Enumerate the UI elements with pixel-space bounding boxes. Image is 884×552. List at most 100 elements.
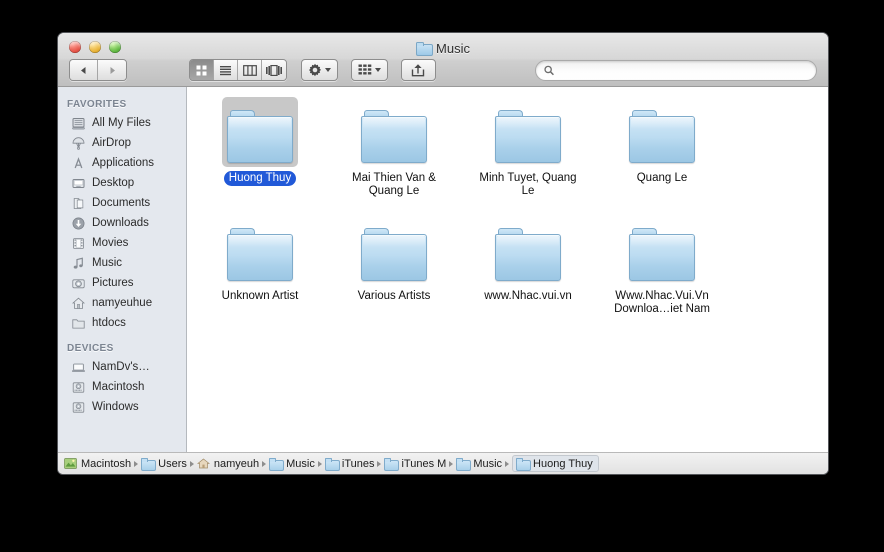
breadcrumb-label: Huong Thuy	[533, 457, 593, 470]
action-menu-button[interactable]	[301, 59, 338, 81]
forward-button[interactable]	[98, 60, 126, 80]
coverflow-view-button[interactable]	[262, 60, 286, 80]
file-item[interactable]: Www.Nhac.Vui.Vn Downloa…iet Nam	[595, 215, 729, 333]
file-item[interactable]: Minh Tuyet, Quang Le	[461, 97, 595, 215]
breadcrumb-label: iTunes	[341, 457, 375, 470]
file-item[interactable]: Various Artists	[327, 215, 461, 333]
list-view-button[interactable]	[214, 60, 238, 80]
chevron-down-icon	[325, 68, 331, 72]
chevron-down-icon	[375, 68, 381, 72]
sidebar-item-applications[interactable]: Applications	[58, 153, 186, 173]
file-label: Minh Tuyet, Quang Le	[479, 172, 577, 197]
icon-container	[356, 215, 432, 285]
sidebar-item-pictures[interactable]: Pictures	[58, 273, 186, 293]
home-folder-icon	[196, 458, 210, 469]
sidebar: FAVORITES All My Files AirDrop Applicati…	[58, 87, 187, 452]
file-item[interactable]: Unknown Artist	[193, 215, 327, 333]
sidebar-item-label: Pictures	[92, 277, 134, 289]
sidebar-item-label: htdocs	[92, 317, 126, 329]
sidebar-item-music[interactable]: Music	[58, 253, 186, 273]
navigation-buttons	[69, 59, 127, 81]
breadcrumb-label: namyeuh	[213, 457, 260, 470]
breadcrumb-separator-icon	[262, 460, 267, 467]
icon-container	[356, 97, 432, 167]
sidebar-item-namyeuhue[interactable]: namyeuhue	[58, 293, 186, 313]
music-folder-icon	[269, 458, 285, 471]
column-view-button[interactable]	[238, 60, 262, 80]
folder-icon	[227, 228, 293, 281]
folder-icon	[71, 316, 86, 331]
share-button[interactable]	[401, 59, 436, 81]
breadcrumb-item[interactable]: Users	[141, 458, 187, 471]
icon-view-button[interactable]	[190, 60, 214, 80]
breadcrumb-label: Music	[286, 457, 315, 470]
search-input[interactable]	[559, 64, 808, 76]
breadcrumb-item[interactable]: namyeuh	[196, 457, 260, 470]
back-button[interactable]	[70, 60, 98, 80]
breadcrumb-separator-icon	[377, 460, 382, 467]
sidebar-section-favorites-header: FAVORITES	[67, 99, 127, 110]
file-label: Quang Le	[636, 172, 688, 184]
arrange-menu-button[interactable]	[351, 59, 388, 81]
sidebar-item-label: Documents	[92, 197, 151, 209]
sidebar-item-label: Macintosh	[92, 381, 145, 393]
desktop-icon	[71, 176, 86, 191]
icon-container	[624, 97, 700, 167]
sidebar-item-htdocs[interactable]: htdocs	[58, 313, 186, 333]
breadcrumb-item[interactable]: iTunes M	[384, 457, 447, 471]
file-item[interactable]: www.Nhac.vui.vn	[461, 215, 595, 333]
grid-icon	[196, 65, 207, 75]
file-browser-content[interactable]: Huong Thuy Mai Thien Van & Quang Le Minh…	[187, 87, 828, 452]
home-icon	[71, 296, 86, 311]
sidebar-item-documents[interactable]: Documents	[58, 193, 186, 213]
folder-icon	[324, 458, 340, 471]
file-label: www.Nhac.vui.vn	[484, 290, 572, 302]
toolbar	[69, 58, 817, 82]
window-titlebar[interactable]: Music	[58, 33, 828, 87]
sidebar-section-devices-header: DEVICES	[67, 343, 114, 354]
breadcrumb-label: iTunes M	[401, 457, 447, 470]
file-item[interactable]: Quang Le	[595, 97, 729, 215]
breadcrumb-separator-icon	[449, 460, 454, 467]
icon-container	[222, 215, 298, 285]
sidebar-item-downloads[interactable]: Downloads	[58, 213, 186, 233]
sidebar-item-macintosh[interactable]: Macintosh	[58, 377, 186, 397]
folder-icon	[227, 110, 293, 163]
share-arrow-icon	[411, 63, 425, 76]
breadcrumb-separator-icon	[134, 460, 139, 467]
chevron-left-icon	[81, 66, 86, 74]
folder-icon	[629, 228, 695, 281]
pictures-camera-icon	[71, 276, 86, 291]
breadcrumb-label: Music	[473, 457, 503, 470]
breadcrumb-item[interactable]: Music	[456, 457, 503, 471]
window-body: FAVORITES All My Files AirDrop Applicati…	[58, 87, 828, 452]
folder-icon	[495, 228, 561, 281]
breadcrumb-item[interactable]: Music	[269, 457, 315, 471]
icon-container	[624, 215, 700, 285]
sidebar-item-label: Music	[92, 257, 123, 269]
folder-icon	[456, 458, 472, 471]
file-item[interactable]: Mai Thien Van & Quang Le	[327, 97, 461, 215]
movies-icon	[71, 236, 86, 251]
breadcrumb-item[interactable]: Macintosh	[64, 458, 131, 470]
breadcrumb-item-current[interactable]: Huong Thuy	[512, 455, 599, 472]
icon-container	[490, 97, 566, 167]
sidebar-item-airdrop[interactable]: AirDrop	[58, 133, 186, 153]
file-item[interactable]: Huong Thuy	[193, 97, 327, 215]
search-icon	[544, 65, 554, 75]
breadcrumb-label: Macintosh	[81, 457, 132, 470]
search-field[interactable]	[535, 59, 817, 81]
sidebar-item-windows[interactable]: Windows	[58, 397, 186, 417]
documents-icon	[71, 196, 86, 211]
hard-drive-icon	[64, 458, 77, 469]
breadcrumb-separator-icon	[189, 460, 194, 467]
breadcrumb-separator-icon	[505, 460, 510, 467]
breadcrumb-item[interactable]: iTunes	[324, 457, 375, 471]
finder-window: Music FAVORITES All My Files AirDrop App…	[58, 33, 828, 474]
chevron-right-icon	[110, 66, 115, 74]
sidebar-item-movies[interactable]: Movies	[58, 233, 186, 253]
users-folder-icon	[141, 458, 157, 471]
sidebar-item-desktop[interactable]: Desktop	[58, 173, 186, 193]
sidebar-item-all-my-files[interactable]: All My Files	[58, 113, 186, 133]
sidebar-item-namdvs[interactable]: NamDv's…	[58, 357, 186, 377]
